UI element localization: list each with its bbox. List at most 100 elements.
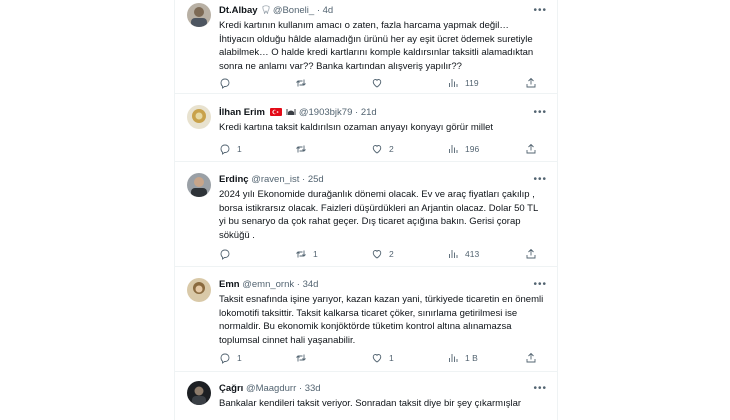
analytics-icon [449,79,458,87]
tweet-text: Bankalar kendileri taksit veriyor. Sonra… [219,398,522,409]
avatar[interactable] [187,278,211,302]
analytics-icon [449,250,458,258]
author-name[interactable]: Dt.Albay [219,5,258,16]
share-button[interactable] [525,142,537,156]
tweet-time[interactable]: 34d [303,279,319,290]
share-icon [526,248,536,259]
reply-button[interactable] [219,76,237,90]
share-button[interactable] [525,76,537,90]
views-button[interactable]: 1 B [447,351,478,365]
views-button[interactable]: 196 [447,142,479,156]
reply-icon [220,353,230,364]
views-button[interactable]: 119 [447,76,479,90]
more-icon[interactable]: ••• [533,173,547,186]
author-handle[interactable]: @Boneli_ [273,5,314,16]
tweet-actions: 1 2 196 [219,142,549,156]
retweet-icon [296,79,306,87]
reply-icon [220,78,230,89]
like-count: 2 [389,249,394,259]
tweet-time[interactable]: 25d [308,174,324,185]
reply-count: 1 [237,353,242,363]
tweet-time[interactable]: 33d [305,383,321,394]
author-handle[interactable]: @emn_ornk [242,279,294,290]
like-count: 1 [389,353,394,363]
view-count: 1 B [465,353,478,363]
reply-icon [220,249,230,260]
tweet[interactable]: Çağrı @Maagdurr · 33d ••• Bankalar kendi… [175,373,557,420]
tweet-actions: 1 2 413 [219,247,549,261]
share-button[interactable] [525,351,537,365]
retweet-count: 1 [313,249,318,259]
avatar[interactable] [187,105,211,129]
share-icon [526,352,536,363]
separator-dot: · [302,174,306,185]
tweet[interactable]: Dt.Albay @Boneli_ · 4d ••• Kredi kartını… [175,0,557,94]
tweet-actions: 119 [219,76,549,90]
retweet-icon [296,145,306,153]
retweet-button[interactable] [295,142,313,156]
share-icon [526,143,536,154]
mosque-icon [286,107,296,120]
turkey-flag-icon [269,107,282,120]
retweet-button[interactable]: 1 [295,247,318,261]
tweet-text: Kredi kartının kullanım amacı o zaten, f… [219,20,534,72]
like-count: 2 [389,144,394,154]
heart-icon [372,250,382,259]
tweet-header: Emn @emn_ornk · 34d ••• [219,278,547,291]
author-name[interactable]: Çağrı [219,383,243,394]
view-count: 413 [465,249,480,259]
separator-dot: · [298,383,303,394]
tweet-header: Dt.Albay @Boneli_ · 4d ••• [219,4,547,17]
tweet-time[interactable]: 4d [323,5,334,16]
retweet-icon [296,354,306,362]
author-handle[interactable]: @Maagdurr [246,383,296,394]
view-count: 196 [465,144,480,154]
tweet-time[interactable]: 21d [361,107,377,118]
like-button[interactable] [371,76,389,90]
author-name[interactable]: Emn [219,279,240,290]
tweet[interactable]: İlhan Erim @1903bjk79 · 21d ••• Kredi ka… [175,95,557,162]
like-button[interactable]: 1 [371,351,394,365]
view-count: 119 [465,78,479,88]
analytics-icon [449,145,458,153]
like-button[interactable]: 2 [371,142,394,156]
author-name[interactable]: İlhan Erim [219,107,265,118]
views-button[interactable]: 413 [447,247,479,261]
analytics-icon [449,354,458,362]
tweet-text: Kredi kartına taksit kaldırılsın ozaman … [219,122,494,133]
more-icon[interactable]: ••• [533,106,547,119]
author-handle[interactable]: @raven_ist [251,174,299,185]
retweet-button[interactable] [295,351,313,365]
author-name[interactable]: Erdinç [219,174,249,185]
tweet[interactable]: Emn @emn_ornk · 34d ••• Taksit esnafında… [175,268,557,372]
tweet-actions: 1 1 1 B [219,351,549,365]
share-icon [526,77,536,88]
more-icon[interactable]: ••• [533,4,547,17]
reply-count: 1 [237,144,242,154]
separator-dot: · [296,279,300,290]
reply-button[interactable]: 1 [219,351,242,365]
tweet-header: Çağrı @Maagdurr · 33d ••• [219,382,547,395]
like-button[interactable]: 2 [371,247,394,261]
reply-button[interactable]: 1 [219,142,242,156]
tweet-header: İlhan Erim @1903bjk79 · 21d ••• [219,106,547,119]
tweet-header: Erdinç @raven_ist · 25d ••• [219,173,547,186]
reply-button[interactable] [219,247,237,261]
author-handle[interactable]: @1903bjk79 [299,107,353,118]
retweet-button[interactable] [295,76,313,90]
reply-icon [220,144,230,155]
tweet-text: 2024 yılı Ekonomide durağanlık dönemi ol… [219,189,538,241]
separator-dot: · [355,107,359,118]
replies-timeline: Dt.Albay @Boneli_ · 4d ••• Kredi kartını… [174,0,558,420]
avatar[interactable] [187,381,211,405]
tooth-emoji-icon [262,5,270,18]
share-button[interactable] [525,247,537,261]
retweet-icon [296,250,306,258]
avatar[interactable] [187,173,211,197]
heart-icon [372,354,382,363]
more-icon[interactable]: ••• [533,278,547,291]
tweet[interactable]: Erdinç @raven_ist · 25d ••• 2024 yılı Ek… [175,163,557,267]
avatar[interactable] [187,3,211,27]
tweet-text: Taksit esnafında işine yarıyor, kazan ka… [219,294,544,346]
more-icon[interactable]: ••• [533,382,547,395]
